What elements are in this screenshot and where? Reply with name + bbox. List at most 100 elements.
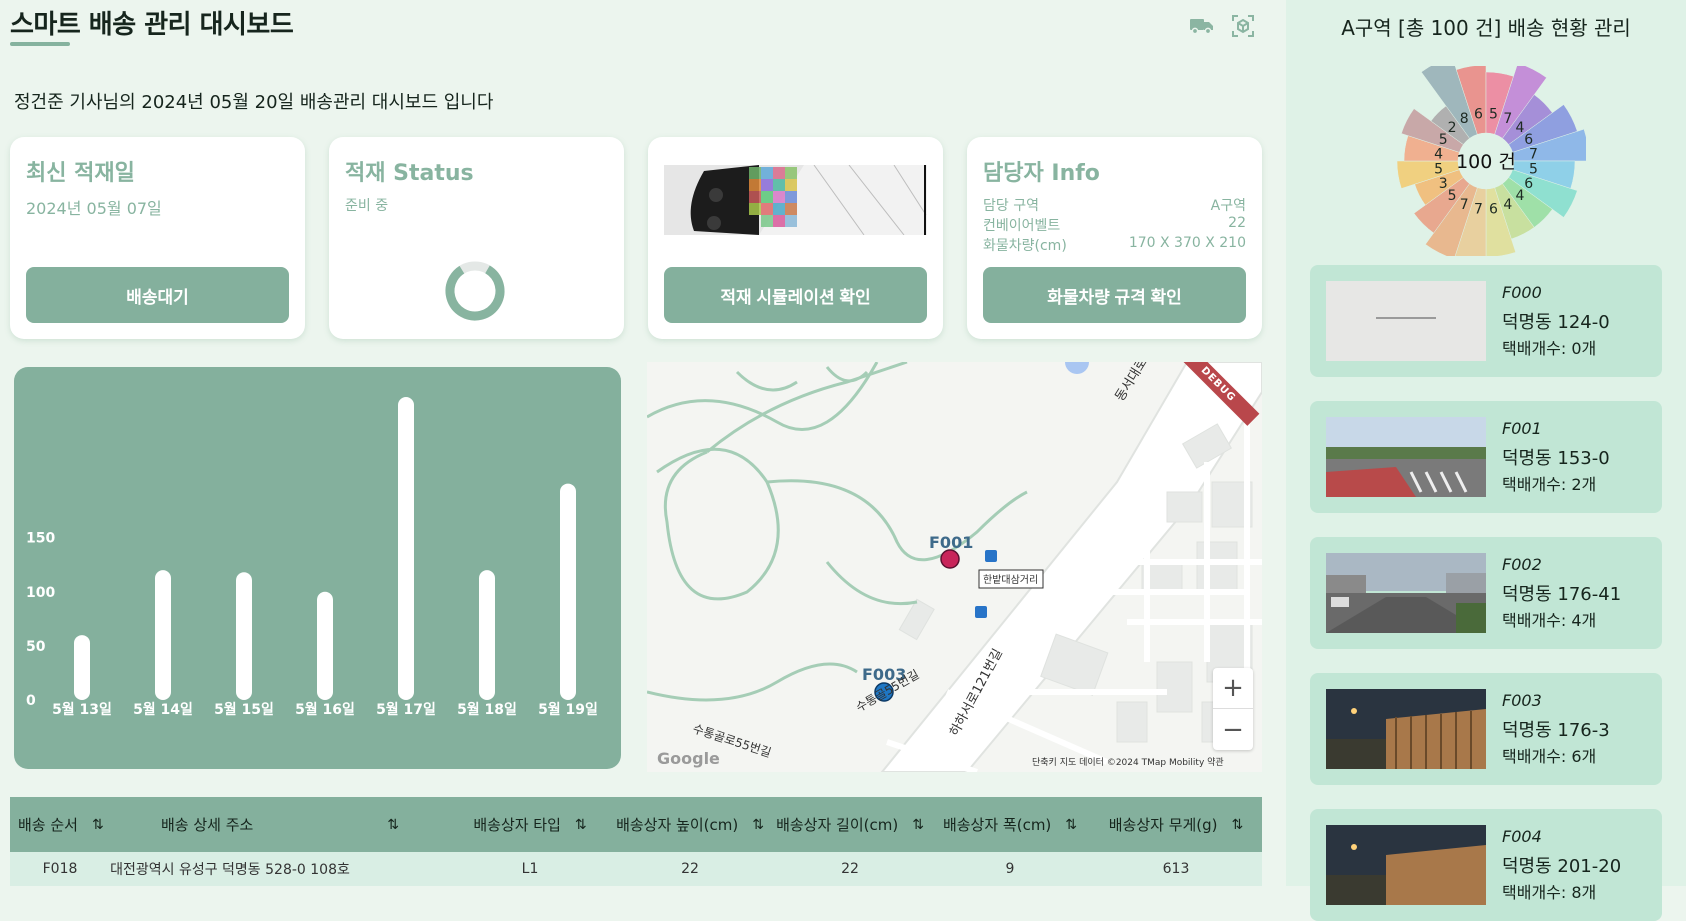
- location-address: 덕명동 176-3: [1502, 720, 1610, 741]
- rose-label: 5: [1439, 132, 1448, 148]
- info-value: A구역: [1210, 198, 1246, 214]
- y-tick-label: 50: [26, 639, 46, 655]
- info-label: 화물차량(cm): [983, 238, 1067, 254]
- location-card-f001[interactable]: F001 덕명동 153-0 택배개수: 2개: [1310, 401, 1662, 513]
- location-code: F000: [1502, 283, 1542, 302]
- bar-3[interactable]: [236, 572, 252, 700]
- table-cell: 613: [1162, 861, 1190, 877]
- info-row-zone: 담당 구역 A구역: [983, 195, 1246, 215]
- rose-label: 6: [1524, 176, 1533, 192]
- sort-icon[interactable]: ⇅: [92, 817, 104, 833]
- location-card-f003[interactable]: F003 덕명동 176-3 택배개수: 6개: [1310, 673, 1662, 785]
- load-status-card: 적재 Status 준비 중: [329, 137, 624, 339]
- dashboard-subtitle: 정건준 기사님의 2024년 05월 20일 배송관리 대시보드 입니다: [14, 92, 494, 113]
- rose-label: 7: [1460, 197, 1469, 213]
- info-row-conveyor: 컨베이어벨트 22: [983, 215, 1246, 235]
- road-label: 한밭대삼거리: [983, 574, 1038, 586]
- title-underline: [10, 42, 70, 46]
- load-status-value: 준비 중: [345, 198, 389, 214]
- column-header[interactable]: 배송상자 높이(cm) ⇅: [610, 797, 770, 852]
- sort-icon[interactable]: ⇅: [575, 817, 587, 833]
- simulation-preview-image: [664, 165, 927, 235]
- x-tick-label: 5월 16일: [295, 701, 355, 718]
- manager-info-card: 담당자 Info 담당 구역 A구역 컨베이어벨트 22 화물차량(cm) 17…: [967, 137, 1262, 339]
- x-tick-label: 5월 19일: [538, 701, 598, 718]
- zoom-out-button[interactable]: −: [1213, 709, 1253, 750]
- sort-icon[interactable]: ⇅: [1065, 817, 1077, 833]
- bar-4[interactable]: [317, 591, 333, 700]
- rose-label: 5: [1489, 107, 1498, 123]
- location-count: 택배개수: 6개: [1502, 747, 1597, 766]
- rose-label: 5: [1434, 162, 1443, 178]
- sort-icon[interactable]: ⇅: [912, 817, 924, 833]
- zoom-in-button[interactable]: +: [1213, 668, 1253, 709]
- sort-icon[interactable]: ⇅: [752, 817, 764, 833]
- status-ring: [445, 261, 505, 321]
- delivery-map[interactable]: F001 F003 동서대로 한밭대삼거리 하하서로121번길 수통골로55번길…: [647, 362, 1262, 772]
- simulation-check-button[interactable]: 적재 시뮬레이션 확인: [664, 267, 927, 323]
- delivery-wait-button[interactable]: 배송대기: [26, 267, 289, 323]
- rose-label: 2: [1448, 120, 1457, 136]
- table-cell: 대전광역시 유성구 덕명동 528-0 108호: [110, 862, 350, 878]
- column-header[interactable]: 배송 순서 ⇅: [10, 797, 110, 852]
- zone-sidebar: A구역 [총 100 건] 배송 현황 관리 86574675644677535…: [1286, 0, 1686, 921]
- google-logo: Google: [657, 749, 720, 768]
- info-label: 컨베이어벨트: [983, 218, 1061, 234]
- x-tick-label: 5월 13일: [52, 701, 112, 718]
- bar-5[interactable]: [398, 397, 414, 700]
- location-card-f000[interactable]: F000 덕명동 124-0 택배개수: 0개: [1310, 265, 1662, 377]
- load-status-title: 적재 Status: [345, 161, 474, 186]
- cube-scan-icon[interactable]: [1231, 14, 1255, 38]
- column-header[interactable]: 배송상자 길이(cm) ⇅: [770, 797, 930, 852]
- zone-title: A구역 [총 100 건] 배송 현황 관리: [1341, 16, 1631, 40]
- rose-label: 4: [1503, 197, 1512, 213]
- manager-info-title: 담당자 Info: [983, 161, 1100, 186]
- truck-icon[interactable]: [1189, 14, 1213, 38]
- table-header: 배송 순서 ⇅ 배송 상세 주소 ⇅ 배송상자 타입 ⇅ 배송상자 높이(cm) ⇅ 배…: [10, 797, 1262, 852]
- map-attribution[interactable]: 단축키 지도 데이터 ©2024 TMap Mobility 약관: [1032, 756, 1224, 768]
- location-image: [1326, 689, 1486, 769]
- location-image: [1326, 281, 1486, 361]
- rose-label: 6: [1489, 201, 1498, 217]
- location-address: 덕명동 176-41: [1502, 584, 1622, 605]
- x-tick-label: 5월 14일: [133, 701, 193, 718]
- map-zoom-control: + −: [1213, 668, 1253, 750]
- latest-load-card: 최신 적재일 2024년 05월 07일 배송대기: [10, 137, 305, 339]
- sort-icon[interactable]: ⇅: [387, 817, 399, 833]
- table-cell: L1: [521, 861, 539, 877]
- bar-1[interactable]: [74, 635, 90, 700]
- rose-label: 8: [1460, 111, 1469, 127]
- bar-7[interactable]: [560, 483, 576, 700]
- info-value: 170 X 370 X 210: [1128, 235, 1246, 251]
- location-address: 덕명동 124-0: [1502, 312, 1610, 333]
- location-count: 택배개수: 4개: [1502, 611, 1597, 630]
- sort-icon[interactable]: ⇅: [1232, 817, 1244, 833]
- x-tick-label: 5월 15일: [214, 701, 274, 718]
- x-tick-label: 5월 17일: [376, 701, 436, 718]
- rose-label: 7: [1474, 201, 1483, 217]
- location-code: F002: [1502, 555, 1542, 574]
- bar-2[interactable]: [155, 570, 171, 700]
- location-card-f004[interactable]: F004 덕명동 201-20 택배개수: 8개: [1310, 809, 1662, 921]
- bar-chart-svg: 0 50 100 150 5월 13일 5월 14일 5월 15일 5월 16일 5월 17일 5…: [26, 397, 598, 718]
- column-header[interactable]: 배송상자 무게(g) ⇅: [1090, 797, 1262, 852]
- rose-label: 4: [1434, 146, 1443, 162]
- x-tick-label: 5월 18일: [457, 701, 517, 718]
- column-header[interactable]: 배송상자 타입 ⇅: [450, 797, 610, 852]
- rose-label: 6: [1474, 107, 1483, 123]
- main-area: 스마트 배송 관리 대시보드 정건준 기사님의 2024년 05월 20일 배송…: [0, 0, 1286, 886]
- table-row[interactable]: F018 대전광역시 유성구 덕명동 528-0 108호 L1 22 22 9…: [10, 852, 1262, 886]
- truck-spec-button[interactable]: 화물차량 규격 확인: [983, 267, 1246, 323]
- location-card-f002[interactable]: F002 덕명동 176-41 택배개수: 4개: [1310, 537, 1662, 649]
- bar-6[interactable]: [479, 570, 495, 700]
- map-marker-f001[interactable]: [940, 549, 960, 569]
- location-code: F001: [1502, 419, 1542, 438]
- simulation-card: 적재 시뮬레이션 확인: [648, 137, 943, 339]
- column-header[interactable]: 배송 상세 주소 ⇅: [110, 797, 450, 852]
- rose-label: 5: [1448, 188, 1457, 204]
- location-image: [1326, 417, 1486, 497]
- rose-label: 7: [1529, 146, 1538, 162]
- location-count: 택배개수: 0개: [1502, 339, 1597, 358]
- y-tick-label: 100: [26, 585, 55, 601]
- column-header[interactable]: 배송상자 폭(cm) ⇅: [930, 797, 1090, 852]
